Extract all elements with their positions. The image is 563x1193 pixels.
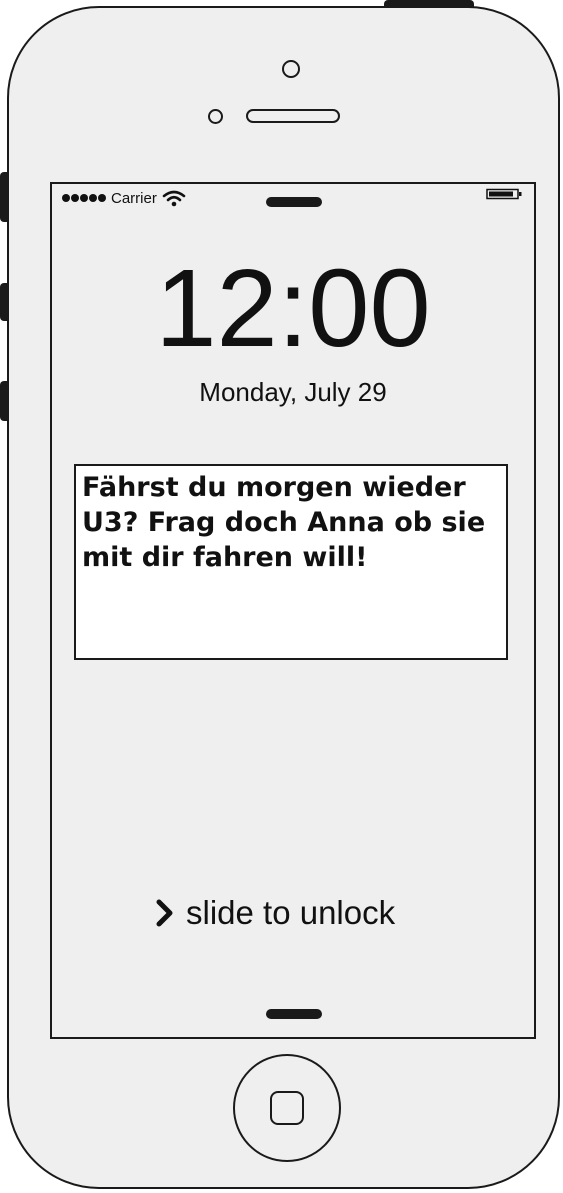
home-button[interactable] — [233, 1054, 341, 1162]
device-mockup: Carrier 12:00 Monday, July 29 Fährst du … — [0, 0, 563, 1193]
battery-icon — [486, 188, 522, 200]
phone-body: Carrier 12:00 Monday, July 29 Fährst du … — [7, 6, 560, 1189]
lock-screen-time: 12:00 — [155, 247, 431, 370]
notification-card[interactable]: Fährst du morgen wieder U3? Frag doch An… — [74, 464, 508, 660]
lock-screen-date: Monday, July 29 — [199, 377, 387, 407]
proximity-sensor — [208, 109, 223, 124]
carrier-label: Carrier — [111, 189, 157, 207]
status-bar: Carrier — [62, 188, 186, 208]
wifi-icon — [162, 190, 186, 207]
control-center-grabber[interactable] — [266, 1009, 322, 1019]
slide-to-unlock[interactable]: slide to unlock — [154, 894, 395, 932]
earpiece-speaker — [246, 109, 340, 123]
notification-center-grabber[interactable] — [266, 197, 322, 207]
lock-screen: Carrier 12:00 Monday, July 29 Fährst du … — [50, 182, 536, 1039]
signal-dots-icon — [62, 194, 106, 202]
notification-message: Fährst du morgen wieder U3? Frag doch An… — [82, 472, 486, 573]
front-camera — [282, 60, 300, 78]
slide-to-unlock-label: slide to unlock — [186, 894, 396, 931]
chevron-right-icon — [156, 899, 173, 927]
home-square-icon — [270, 1091, 304, 1125]
